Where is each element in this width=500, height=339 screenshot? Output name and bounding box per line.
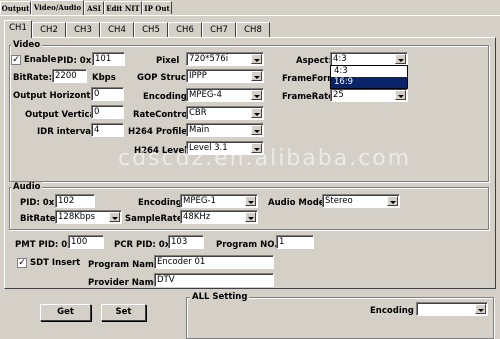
audio-mode-label: Audio Mode — [268, 198, 325, 208]
output-horizontal-input[interactable]: 0 — [91, 87, 124, 101]
gop-struct-label: GOP Struct: — [137, 73, 194, 83]
chevron-down-icon — [251, 54, 262, 64]
tab-output[interactable]: Output — [0, 1, 31, 14]
set-button[interactable]: Set — [101, 304, 146, 321]
tab-divider — [0, 15, 500, 16]
audio-encoding-value: MPEG-1 — [183, 196, 216, 206]
video-pid-label: PID: 0x — [57, 56, 92, 66]
video-group-title: Video — [11, 40, 43, 50]
get-button[interactable]: Get — [40, 304, 91, 321]
video-enable-checkbox[interactable]: ✓ — [11, 55, 21, 65]
chevron-down-icon — [395, 90, 406, 100]
video-encoding-value: MPEG-4 — [189, 90, 222, 100]
rate-control-value: CBR — [189, 108, 207, 118]
audio-bitrate-select[interactable]: 128Kbps — [55, 210, 122, 224]
audio-mode-value: Stereo — [325, 196, 353, 206]
chevron-down-icon — [251, 125, 262, 135]
audio-pid-label: PID: 0x — [20, 198, 55, 208]
tab-ch5[interactable]: CH5 — [134, 22, 168, 37]
sample-rate-select[interactable]: 48KHz — [180, 210, 258, 224]
pmt-pid-label: PMT PID: 0x — [15, 240, 73, 250]
watermark-text: cdscdz.en.alibaba.com — [118, 146, 412, 171]
sdt-insert-checkbox[interactable]: ✓ — [17, 258, 27, 268]
tab-ch1[interactable]: CH1 — [4, 20, 32, 38]
aspect-select[interactable]: 4:3 — [330, 52, 408, 66]
sample-rate-label: SampleRate: — [125, 214, 186, 224]
chevron-down-icon — [251, 108, 262, 118]
audio-pid-input[interactable]: 102 — [55, 194, 95, 208]
tab-edit-nit[interactable]: Edit NIT — [104, 1, 142, 14]
frame-rate-value: 25 — [333, 90, 344, 100]
gop-struct-select[interactable]: IPPP — [186, 69, 264, 83]
chevron-down-icon — [109, 212, 120, 222]
tab-video-audio[interactable]: Video/Audio — [31, 0, 84, 15]
h264-profile-value: Main — [189, 125, 210, 135]
video-bitrate-input[interactable]: 2200 — [52, 69, 87, 83]
pixel-select[interactable]: 720*576i — [186, 52, 264, 66]
provider-name-input[interactable]: DTV — [154, 273, 274, 287]
audio-bitrate-value: 128Kbps — [58, 212, 96, 222]
audio-mode-select[interactable]: Stereo — [322, 194, 400, 208]
tab-ip-out[interactable]: IP Out — [142, 1, 172, 14]
idr-interval-input[interactable]: 4 — [91, 123, 124, 137]
audio-encoding-select[interactable]: MPEG-1 — [180, 194, 258, 208]
audio-group-title: Audio — [11, 182, 43, 192]
sdt-insert-label: SDT Insert — [30, 258, 81, 268]
top-tab-bar: Output Video/Audio ASI Edit NIT IP Out — [0, 0, 500, 15]
chevron-down-icon — [245, 212, 256, 222]
chevron-down-icon — [251, 71, 262, 81]
all-encoding-select[interactable] — [416, 302, 488, 316]
pmt-pid-input[interactable]: 100 — [68, 235, 104, 249]
idr-interval-label: IDR interval: — [37, 127, 98, 137]
aspect-dropdown-list: 4:3 16:9 — [330, 65, 408, 89]
pcr-pid-input[interactable]: 103 — [168, 235, 204, 249]
tab-ch2[interactable]: CH2 — [32, 22, 66, 37]
frame-rate-select[interactable]: 25 — [330, 88, 408, 102]
frame-rate-label: FrameRate — [282, 92, 334, 102]
video-encoding-label: Encoding — [143, 92, 187, 102]
audio-encoding-label: Encoding — [138, 198, 182, 208]
audio-bitrate-label: BitRate: — [20, 214, 59, 224]
chevron-down-icon — [251, 90, 262, 100]
output-horizontal-label: Output Horizontal: — [13, 91, 103, 101]
tab-ch4[interactable]: CH4 — [100, 22, 134, 37]
tab-ch7[interactable]: CH7 — [202, 22, 236, 37]
tab-ch8[interactable]: CH8 — [236, 22, 270, 37]
all-setting-title: ALL Setting — [190, 292, 250, 302]
sample-rate-value: 48KHz — [183, 212, 211, 222]
program-no-label: Program NO.: — [216, 240, 281, 250]
tab-asi[interactable]: ASI — [84, 1, 104, 14]
program-name-input[interactable]: Encoder 01 — [154, 255, 274, 269]
tab-ch3[interactable]: CH3 — [66, 22, 100, 37]
video-encoding-select[interactable]: MPEG-4 — [186, 88, 264, 102]
aspect-value: 4:3 — [333, 54, 347, 64]
tab-ch6[interactable]: CH6 — [168, 22, 202, 37]
video-bitrate-unit: Kbps — [92, 73, 116, 83]
rate-control-label: RateControl: — [133, 110, 194, 120]
h264-profile-select[interactable]: Main — [186, 123, 264, 137]
program-no-input[interactable]: 1 — [276, 235, 314, 249]
pixel-label: Pixel — [156, 56, 180, 66]
video-bitrate-label: BitRate: — [13, 73, 52, 83]
gop-struct-value: IPPP — [189, 71, 207, 81]
video-pid-input[interactable]: 101 — [92, 52, 125, 66]
video-enable-label: Enable — [24, 55, 57, 65]
h264-profile-label: H264 Profile: — [128, 127, 191, 137]
pcr-pid-label: PCR PID: 0x — [114, 240, 171, 250]
aspect-label: Aspect: — [296, 56, 332, 66]
all-encoding-label: Encoding — [370, 306, 414, 316]
aspect-option[interactable]: 4:3 — [331, 66, 407, 77]
chevron-down-icon — [387, 196, 398, 206]
program-name-label: Program Name: — [88, 260, 163, 270]
rate-control-select[interactable]: CBR — [186, 106, 264, 120]
aspect-option-selected[interactable]: 16:9 — [331, 77, 407, 88]
chevron-down-icon — [395, 54, 406, 64]
chevron-down-icon — [475, 304, 486, 314]
pixel-value: 720*576i — [189, 54, 229, 64]
output-vertical-input[interactable]: 0 — [91, 105, 124, 119]
chevron-down-icon — [245, 196, 256, 206]
provider-name-label: Provider Name: — [88, 278, 163, 288]
